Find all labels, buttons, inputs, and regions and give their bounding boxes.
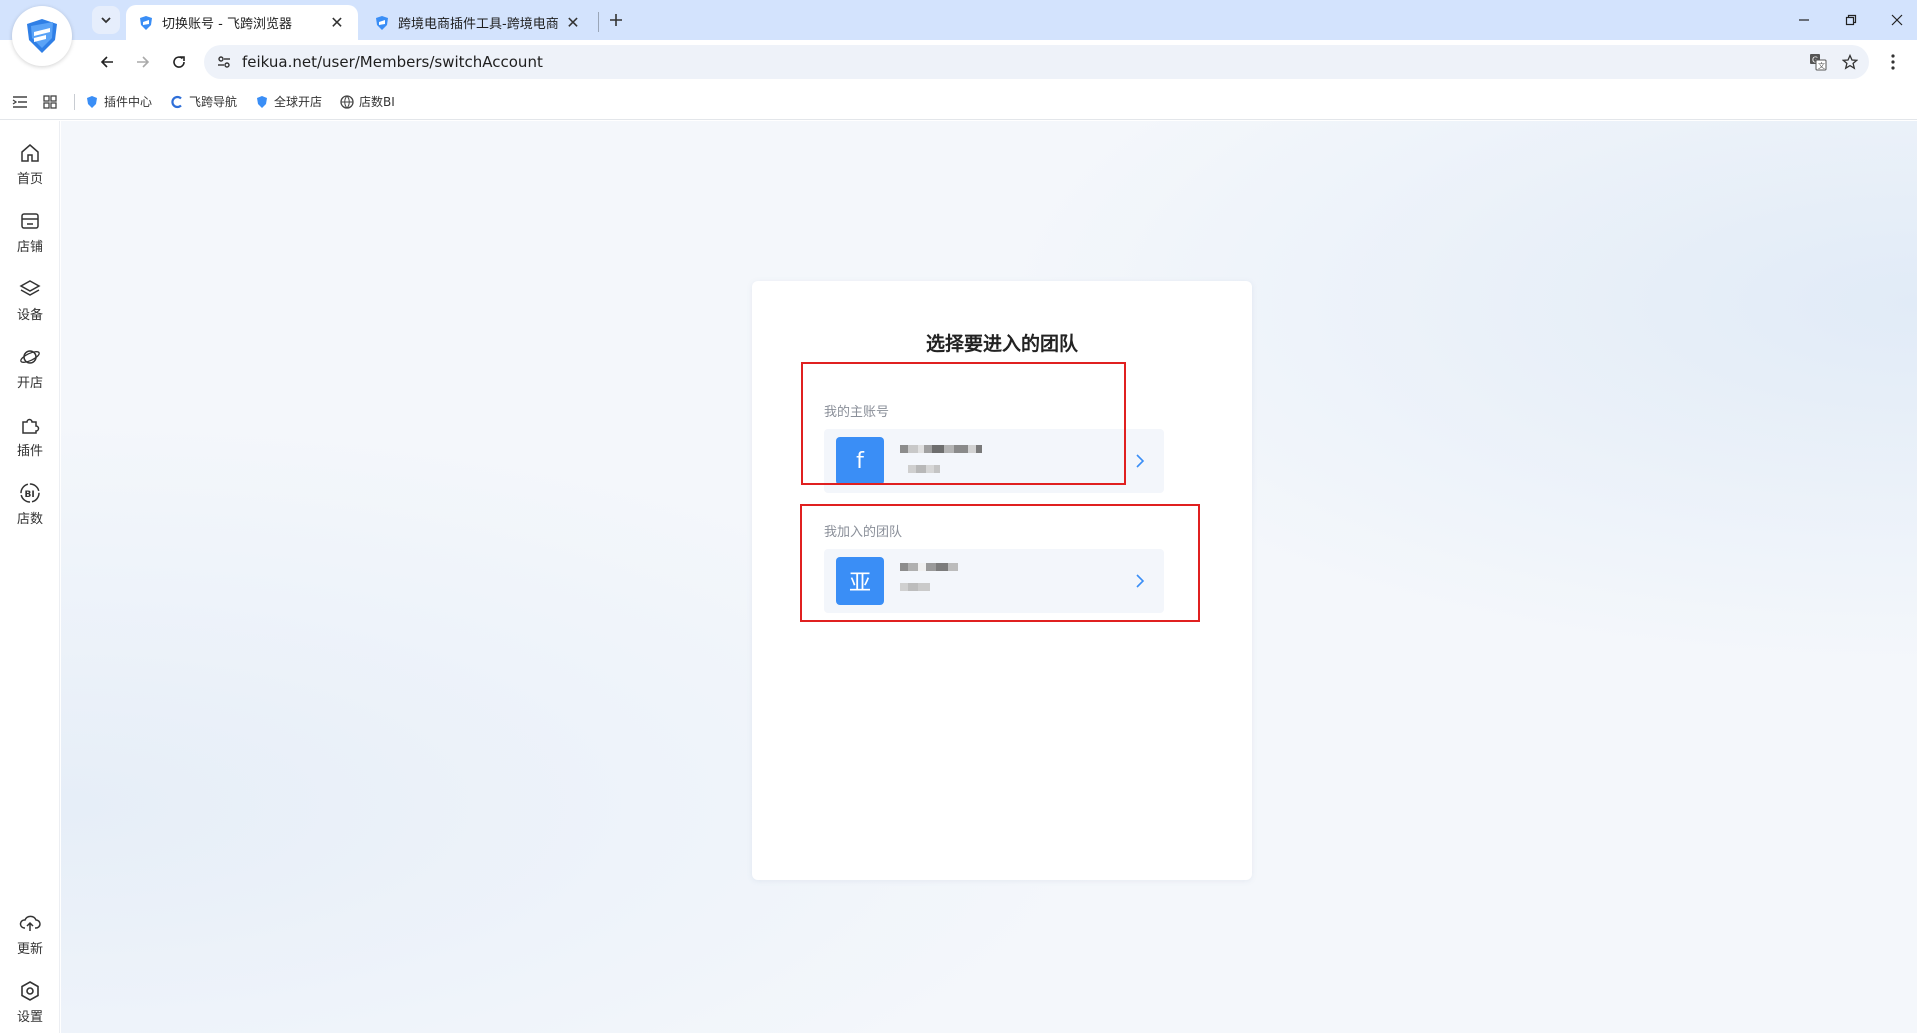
store-icon [18,209,42,233]
sidebar-item-label: 开店 [16,376,43,391]
arrow-left-icon [100,56,113,68]
feikua-shield-icon [140,15,152,30]
sidebar-item-label: 设备 [16,308,43,323]
feikua-shield-icon [376,15,388,30]
bookmark-plugin-center[interactable]: 插件中心 [85,93,152,110]
plus-icon [610,14,622,26]
sidebar-item-label: 店铺 [16,240,43,255]
browser-titlebar: 切换账号 - 飞跨浏览器 ✕ 跨境电商插件工具-跨境电商翻 ✕ [0,0,1917,40]
tab-title: 切换账号 - 飞跨浏览器 [162,17,292,32]
bookmark-divider [74,93,75,110]
chevron-down-icon [101,17,111,24]
minimize-icon [1799,19,1809,21]
feikua-shield-icon [87,95,97,108]
bi-icon: BI [18,481,42,505]
sidebar-item-label: 设置 [16,1010,43,1025]
svg-text:BI: BI [25,490,35,500]
bookmark-label: 飞跨导航 [189,95,238,109]
highlight-joined-team [800,504,1200,622]
sidebar-toggle-button[interactable] [10,92,30,112]
back-button[interactable] [93,48,121,76]
close-icon [1891,14,1903,26]
tab-divider [598,12,599,32]
close-tab-icon[interactable]: ✕ [328,13,346,32]
layers-icon [18,277,42,301]
close-window-button[interactable] [1880,4,1914,36]
forward-button[interactable] [129,48,157,76]
restore-button[interactable] [1834,4,1868,36]
new-tab-button[interactable] [604,8,628,32]
bookmarks-bar: 插件中心 飞跨导航 全球开店 店数BI [0,84,1917,120]
bookmark-global-store[interactable]: 全球开店 [255,93,322,110]
browser-menu-button[interactable] [1881,50,1905,74]
apps-grid-icon [43,94,57,109]
globe-icon [340,94,354,109]
page-title: 选择要进入的团队 [925,333,1078,355]
home-icon [18,141,42,165]
tune-icon [218,56,230,68]
minimize-button[interactable] [1787,4,1821,36]
tab-title: 跨境电商插件工具-跨境电商翻 [398,17,558,32]
bookmark-label: 全球开店 [274,95,323,109]
bookmark-label: 店数BI [359,95,395,109]
browser-toolbar: feikua.net/user/Members/switchAccount G文 [0,40,1917,84]
star-icon [1842,54,1858,70]
sidebar-item-label: 更新 [16,942,43,957]
translate-button[interactable]: G文 [1806,50,1830,74]
chevron-right-icon [1128,449,1152,473]
sidebar-item-label: 插件 [16,444,43,459]
c-logo-icon [171,95,182,108]
reload-button[interactable] [165,48,193,76]
restore-icon [1845,14,1857,26]
feikua-browser-logo [12,6,72,66]
app-sidebar: 首页 店铺 设备 开店 插件 BI 店数 更新 设置 [0,121,60,1033]
bookmark-store-bi[interactable]: 店数BI [340,93,395,110]
site-info-button[interactable] [212,50,236,74]
sidebar-item-label: 首页 [16,172,43,187]
hexagon-gear-icon [18,979,42,1003]
feikua-logo-icon [27,19,57,53]
sidebar-item-label: 店数 [16,512,43,527]
svg-text:文: 文 [1818,61,1825,70]
main-content: 选择要进入的团队 我的主账号 f 我加入的团队 亚 [61,121,1917,1033]
address-bar[interactable]: feikua.net/user/Members/switchAccount G文 [204,45,1869,79]
sidebar-item-settings[interactable]: 设置 [0,979,60,1033]
translate-icon: G文 [1810,54,1827,71]
bookmark-star-button[interactable] [1838,50,1862,74]
highlight-main-account [801,362,1126,485]
sidebar-item-devices[interactable]: 设备 [0,277,60,333]
tab-search-button[interactable] [92,6,120,34]
puzzle-icon [18,413,42,437]
bookmark-label: 插件中心 [104,95,153,109]
tab-switch-account[interactable]: 切换账号 - 飞跨浏览器 ✕ [126,5,358,40]
more-vertical-icon [1891,54,1895,70]
feikua-shield-icon [257,95,268,108]
reload-icon [173,56,185,68]
cloud-upload-icon [18,911,42,935]
bookmark-feikua-nav[interactable]: 飞跨导航 [170,93,237,110]
close-tab-icon[interactable]: ✕ [564,13,582,32]
sidebar-item-plugins[interactable]: 插件 [0,413,60,469]
sidebar-item-store-bi[interactable]: BI 店数 [0,481,60,537]
menu-collapse-icon [12,95,27,108]
sidebar-item-home[interactable]: 首页 [0,141,60,197]
sidebar-item-stores[interactable]: 店铺 [0,209,60,265]
tab-plugin-tools[interactable]: 跨境电商插件工具-跨境电商翻 ✕ [362,5,594,40]
planet-icon [18,345,42,369]
sidebar-item-open-store[interactable]: 开店 [0,345,60,401]
url-text: feikua.net/user/Members/switchAccount [242,53,543,71]
arrow-right-icon [137,56,150,68]
sidebar-item-update[interactable]: 更新 [0,911,60,967]
apps-button[interactable] [40,92,60,112]
